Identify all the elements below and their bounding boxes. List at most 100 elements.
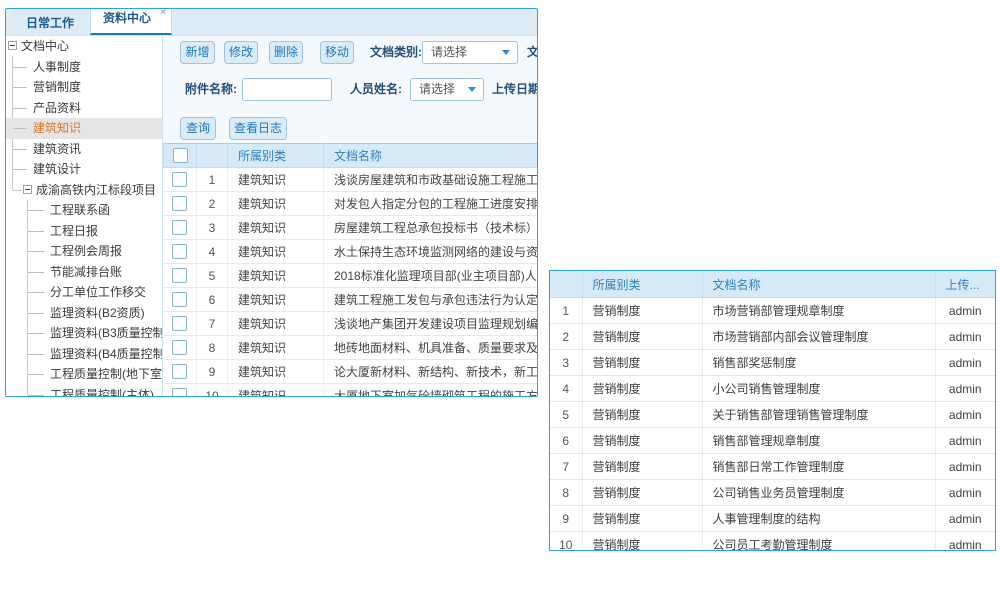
- tree-item[interactable]: 监理资料(B4质量控制): [6, 344, 162, 365]
- row-docname: 小公司销售管理制度: [702, 376, 935, 402]
- collapse-icon[interactable]: [23, 185, 32, 194]
- row-docname: 销售部管理规章制度: [702, 428, 935, 454]
- table-row[interactable]: 1营销制度市场营销部管理规章制度admin: [550, 298, 995, 324]
- tree-item[interactable]: 工程日报: [6, 221, 162, 242]
- tree-item[interactable]: 建筑设计: [6, 159, 162, 180]
- row-category: 营销制度: [582, 376, 702, 402]
- table-row[interactable]: 3建筑知识房屋建筑工程总承包投标书（技术标）...: [164, 216, 538, 240]
- table-row[interactable]: 4建筑知识水土保持生态环境监测网络的建设与资...: [164, 240, 538, 264]
- tree-item-label: 分工单位工作移交: [50, 285, 146, 299]
- close-icon[interactable]: ×: [160, 8, 166, 18]
- building-knowledge-table: 所属别类 文档名称 1建筑知识浅谈房屋建筑和市政基础设施工程施工...2建筑知识…: [163, 143, 537, 396]
- doc-category-select[interactable]: 请选择: [422, 41, 518, 64]
- tree-item-partial[interactable]: 工程质量控制(主体): [6, 385, 162, 397]
- table-row[interactable]: 6建筑知识建筑工程施工发包与承包违法行为认定...: [164, 288, 538, 312]
- row-checkbox[interactable]: [172, 196, 187, 211]
- tree-item[interactable]: 成渝高铁内江标段项目: [6, 180, 162, 201]
- tree-item-label: 工程例会周报: [50, 244, 122, 258]
- table-row[interactable]: 4营销制度小公司销售管理制度admin: [550, 376, 995, 402]
- row-checkbox-cell: [164, 240, 197, 264]
- chevron-down-icon: [468, 87, 476, 92]
- table-row[interactable]: 5建筑知识2018标准化监理项目部(业主项目部)人员...: [164, 264, 538, 288]
- row-uploader: admin: [935, 324, 995, 350]
- tree-item[interactable]: 监理资料(B3质量控制): [6, 323, 162, 344]
- tree-item[interactable]: 工程质量控制(地下室): [6, 364, 162, 385]
- row-checkbox[interactable]: [172, 172, 187, 187]
- table-row[interactable]: 8建筑知识地砖地面材料、机具准备、质量要求及...: [164, 336, 538, 360]
- row-checkbox[interactable]: [172, 292, 187, 307]
- view-log-button[interactable]: 查看日志: [229, 117, 287, 140]
- row-index: 4: [197, 240, 228, 264]
- row-checkbox[interactable]: [172, 244, 187, 259]
- table-row[interactable]: 8营销制度公司销售业务员管理制度admin: [550, 480, 995, 506]
- delete-button[interactable]: 删除: [269, 41, 303, 64]
- query-button[interactable]: 查询: [180, 117, 216, 140]
- tree-item[interactable]: 建筑知识: [6, 118, 162, 139]
- table-row[interactable]: 6营销制度销售部管理规章制度admin: [550, 428, 995, 454]
- row-checkbox[interactable]: [172, 220, 187, 235]
- table-row[interactable]: 9建筑知识论大厦新材料、新结构、新技术，新工...: [164, 360, 538, 384]
- row-category: 建筑知识: [228, 336, 324, 360]
- table-row[interactable]: 1建筑知识浅谈房屋建筑和市政基础设施工程施工...: [164, 168, 538, 192]
- row-index: 8: [197, 336, 228, 360]
- category-column-header: 所属别类: [228, 144, 324, 168]
- tree-item[interactable]: 工程例会周报: [6, 241, 162, 262]
- row-checkbox[interactable]: [172, 316, 187, 331]
- row-checkbox-cell: [164, 192, 197, 216]
- row-checkbox[interactable]: [172, 364, 187, 379]
- row-uploader: admin: [935, 402, 995, 428]
- table-row[interactable]: 2营销制度市场营销部内部会议管理制度admin: [550, 324, 995, 350]
- tree-item[interactable]: 文档中心: [6, 36, 162, 57]
- row-category: 营销制度: [582, 402, 702, 428]
- row-index: 6: [550, 428, 582, 454]
- tree-item[interactable]: 节能减排台账: [6, 262, 162, 283]
- add-button[interactable]: 新增: [180, 41, 215, 64]
- tree-item[interactable]: 人事制度: [6, 57, 162, 78]
- row-category: 建筑知识: [228, 192, 324, 216]
- tab-daily-work[interactable]: 日常工作: [14, 11, 86, 35]
- table-row[interactable]: 5营销制度关于销售部管理销售管理制度admin: [550, 402, 995, 428]
- tree-item-label: 监理资料(B2资质): [50, 306, 145, 320]
- row-index: 2: [550, 324, 582, 350]
- attachment-name-input[interactable]: [242, 78, 332, 101]
- tree-item[interactable]: 分工单位工作移交: [6, 282, 162, 303]
- move-button[interactable]: 移动: [320, 41, 354, 64]
- select-all-checkbox[interactable]: [173, 148, 188, 163]
- row-checkbox[interactable]: [172, 388, 187, 396]
- tree-item[interactable]: 营销制度: [6, 77, 162, 98]
- docname-column-header: 文档名称: [702, 271, 935, 298]
- table-row[interactable]: 3营销制度销售部奖惩制度admin: [550, 350, 995, 376]
- row-checkbox-cell: [164, 168, 197, 192]
- person-name-select[interactable]: 请选择: [410, 78, 484, 101]
- table-row[interactable]: 10建筑知识大厦地下室加气砼墙砌筑工程的施工方...: [164, 384, 538, 397]
- edit-button[interactable]: 修改: [224, 41, 258, 64]
- table-row[interactable]: 2建筑知识对发包人指定分包的工程施工进度安排...: [164, 192, 538, 216]
- tree-item-label: 建筑资讯: [33, 142, 81, 156]
- table-row[interactable]: 7建筑知识浅谈地产集团开发建设项目监理规划编...: [164, 312, 538, 336]
- tree-item[interactable]: 产品资料: [6, 98, 162, 119]
- table-row[interactable]: 9营销制度人事管理制度的结构admin: [550, 506, 995, 532]
- collapse-icon[interactable]: [8, 41, 17, 50]
- tree-item[interactable]: 监理资料(B2资质): [6, 303, 162, 324]
- table-header-row: 所属别类 文档名称 上传...: [550, 271, 995, 298]
- row-category: 营销制度: [582, 428, 702, 454]
- tree-item[interactable]: 工程联系函: [6, 200, 162, 221]
- tree-item-label: 工程日报: [50, 224, 98, 238]
- document-center-window: 日常工作资料中心× 文档中心人事制度营销制度产品资料建筑知识建筑资讯建筑设计成渝…: [5, 8, 538, 397]
- row-index: 1: [550, 298, 582, 324]
- row-category: 建筑知识: [228, 168, 324, 192]
- tree-item-label: 工程质量控制(地下室): [50, 367, 163, 381]
- row-checkbox[interactable]: [172, 268, 187, 283]
- table-row[interactable]: 7营销制度销售部日常工作管理制度admin: [550, 454, 995, 480]
- tree-item[interactable]: 建筑资讯: [6, 139, 162, 160]
- row-checkbox-cell: [164, 336, 197, 360]
- tab-data-center[interactable]: 资料中心×: [90, 8, 172, 35]
- row-index: 5: [197, 264, 228, 288]
- table-row[interactable]: 10营销制度公司员工考勤管理制度admin: [550, 532, 995, 552]
- row-category: 营销制度: [582, 480, 702, 506]
- row-category: 营销制度: [582, 298, 702, 324]
- row-checkbox[interactable]: [172, 340, 187, 355]
- row-category: 营销制度: [582, 324, 702, 350]
- row-docname: 浅谈地产集团开发建设项目监理规划编...: [324, 312, 538, 336]
- row-index: 10: [197, 384, 228, 397]
